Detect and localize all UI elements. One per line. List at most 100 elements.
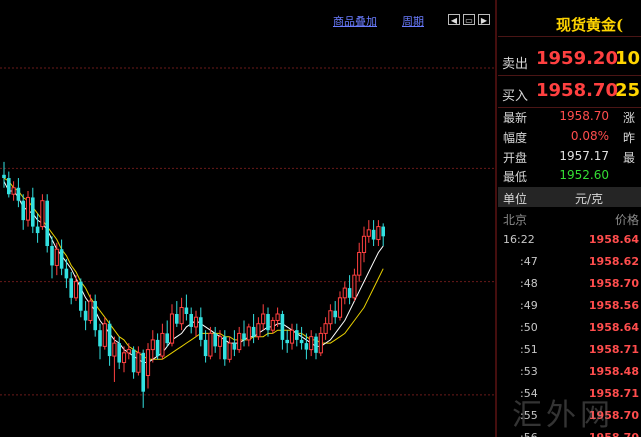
candle-body xyxy=(155,339,160,357)
candle-body xyxy=(304,343,309,350)
candle-body xyxy=(208,332,213,357)
candle-body xyxy=(93,301,97,331)
candle-body xyxy=(7,178,11,195)
tick-price: 1958.71 xyxy=(588,343,639,356)
tick-row[interactable]: :47 1958.62 xyxy=(498,251,641,273)
tick-row[interactable]: 16:22 1958.64 xyxy=(498,229,641,251)
ticks-header: 北京 价格 xyxy=(498,207,641,229)
tick-time: :56 xyxy=(520,431,538,437)
scroll-right-button[interactable]: ▶ xyxy=(478,14,490,25)
candle-body xyxy=(179,307,184,325)
stat-value: 1958.70 xyxy=(559,109,609,123)
candle-body xyxy=(361,235,367,253)
candle-body xyxy=(289,329,295,344)
tick-time: :54 xyxy=(520,387,538,400)
buy-price: 1958.70 xyxy=(536,80,618,101)
unit-label: 单位 xyxy=(503,192,528,206)
candle-body xyxy=(203,339,208,357)
tick-time: :51 xyxy=(520,343,538,356)
overlay-instrument-link[interactable]: 商品叠加 xyxy=(333,13,377,29)
candle-body xyxy=(117,343,121,363)
stat-label-secondary: 昨 xyxy=(623,131,636,145)
candle-body xyxy=(232,343,237,350)
stat-label: 幅度 xyxy=(503,131,528,145)
candle-body xyxy=(45,200,49,247)
candle-body xyxy=(112,342,117,357)
period-link[interactable]: 周期 xyxy=(402,13,424,29)
stat-label: 最新 xyxy=(503,111,528,125)
candle-body xyxy=(121,352,127,364)
stat-value: 1952.60 xyxy=(559,168,609,182)
candle-body xyxy=(318,332,323,354)
candle-body xyxy=(21,200,25,221)
candle-body xyxy=(73,281,79,299)
candle-body xyxy=(256,323,261,338)
buy-quote-row[interactable]: 买入 1958.70 25 xyxy=(498,76,641,108)
candle-body xyxy=(31,197,35,227)
stat-label-secondary: 最 xyxy=(623,151,636,165)
tick-price: 1958.70 xyxy=(588,277,639,290)
tick-row[interactable]: :50 1958.64 xyxy=(498,317,641,339)
tick-price: 1958.70 xyxy=(589,431,639,437)
candle-body xyxy=(79,281,83,311)
candle-body xyxy=(145,349,151,376)
candle-body xyxy=(165,333,169,344)
candle-body xyxy=(337,297,343,318)
unit-value: 元/克 xyxy=(575,192,604,206)
candle-body xyxy=(381,226,385,237)
tick-time: 16:22 xyxy=(503,233,535,246)
candle-body xyxy=(371,229,376,240)
tick-time: :55 xyxy=(520,409,538,422)
tick-row[interactable]: :51 1958.71 xyxy=(498,339,641,361)
tick-time: :48 xyxy=(520,277,538,290)
candle-body xyxy=(328,310,333,325)
candle-body xyxy=(107,323,112,357)
tick-row[interactable]: :53 1958.48 xyxy=(498,361,641,383)
tick-row[interactable]: :48 1958.70 xyxy=(498,273,641,295)
candle-body xyxy=(175,313,179,324)
instrument-header: 现货黄金( xyxy=(498,0,641,37)
tick-row[interactable]: :54 1958.71 xyxy=(498,383,641,405)
candle-body xyxy=(342,287,347,299)
kline-canvas xyxy=(0,0,497,437)
candle-body xyxy=(357,251,362,276)
tick-time: :47 xyxy=(520,255,538,268)
candle-body xyxy=(266,313,270,331)
tick-time: :50 xyxy=(520,321,538,334)
candle-body xyxy=(299,339,304,344)
candle-body xyxy=(35,226,40,234)
candle-body xyxy=(16,187,21,201)
candle-body xyxy=(333,310,337,318)
candle-body xyxy=(189,313,193,327)
stat-row-latest: 最新 1958.70 涨 xyxy=(498,107,641,127)
candle-body xyxy=(213,333,217,347)
candle-body xyxy=(366,229,371,237)
candle-body xyxy=(50,246,54,266)
candle-body xyxy=(126,349,131,354)
candle-body xyxy=(199,317,203,340)
candle-body xyxy=(237,332,242,351)
candle-body xyxy=(314,336,318,353)
sell-volume: 10 xyxy=(615,48,641,69)
tick-time: :53 xyxy=(520,365,538,378)
chart-gridlines xyxy=(0,67,496,396)
tick-row[interactable]: :55 1958.70 xyxy=(498,405,641,427)
stat-row-low: 最低 1952.60 xyxy=(498,166,641,186)
sell-quote-row[interactable]: 卖出 1959.20 10 xyxy=(498,44,641,76)
zoom-box-button[interactable]: ▭ xyxy=(463,14,475,25)
tick-row[interactable]: :49 1958.56 xyxy=(498,295,641,317)
stat-label: 最低 xyxy=(503,170,528,184)
quote-panel: 现货黄金( 卖出 1959.20 10 买入 1958.70 25 最新 195… xyxy=(498,0,641,437)
candlestick-series xyxy=(2,161,385,408)
candle-body xyxy=(25,196,31,221)
candle-body xyxy=(131,349,136,373)
kline-chart[interactable]: 商品叠加 周期 ◀ ▭ ▶ xyxy=(0,0,497,437)
candle-body xyxy=(64,268,69,279)
tick-row[interactable]: :56 1958.70 xyxy=(498,427,641,437)
candle-body xyxy=(347,288,352,298)
stat-value: 1957.17 xyxy=(559,149,609,163)
ticks-location: 北京 xyxy=(503,213,528,227)
candle-body xyxy=(309,336,314,351)
candle-body xyxy=(88,300,93,321)
scroll-left-button[interactable]: ◀ xyxy=(448,14,460,25)
